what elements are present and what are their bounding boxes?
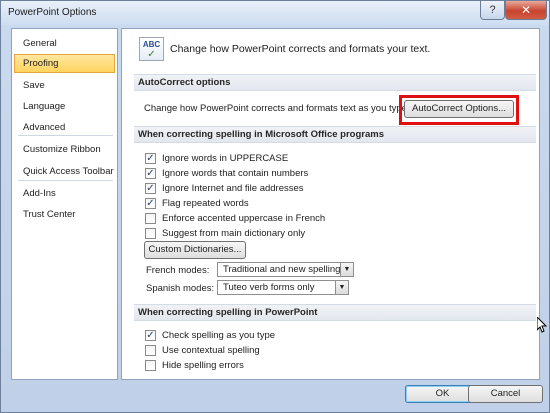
option-flag-repeated-words[interactable]: ✓ Flag repeated words — [145, 196, 249, 210]
sidebar-item-proofing[interactable]: Proofing — [14, 54, 115, 73]
checkbox-contextual-spelling[interactable] — [145, 344, 156, 356]
abc-icon-check: ✓ — [147, 49, 156, 60]
option-label: Suggest from main dictionary only — [162, 227, 306, 239]
cancel-button[interactable]: Cancel — [468, 385, 543, 403]
sidebar-item-save[interactable]: Save — [14, 76, 115, 95]
option-label: Hide spelling errors — [162, 359, 244, 371]
section-office-spelling: When correcting spelling in Microsoft Of… — [134, 126, 536, 143]
option-ignore-uppercase[interactable]: ✓ Ignore words in UPPERCASE — [145, 151, 288, 165]
custom-dictionaries-button[interactable]: Custom Dictionaries... — [144, 241, 246, 259]
option-ignore-numbers[interactable]: ✓ Ignore words that contain numbers — [145, 166, 308, 180]
title-bar[interactable]: PowerPoint Options ? ✕ — [1, 1, 549, 25]
autocorrect-options-button[interactable]: AutoCorrect Options... — [404, 100, 514, 118]
option-label: Ignore words that contain numbers — [162, 167, 309, 179]
option-suggest-main-dictionary[interactable]: Suggest from main dictionary only — [145, 226, 305, 240]
checkbox-check-spelling[interactable]: ✓ — [145, 329, 156, 341]
abc-icon-text: ABC — [142, 40, 161, 49]
chevron-down-icon[interactable]: ▼ — [340, 263, 353, 276]
sidebar-item-quick-access-toolbar[interactable]: Quick Access Toolbar — [14, 162, 115, 181]
section-autocorrect-options: AutoCorrect options — [134, 74, 536, 91]
option-label: Check spelling as you type — [162, 329, 276, 341]
option-label: Ignore Internet and file addresses — [162, 182, 304, 194]
option-label: Use contextual spelling — [162, 344, 260, 356]
spanish-modes-value: Tuteo verb forms only — [223, 282, 315, 293]
close-button[interactable]: ✕ — [505, 1, 547, 20]
checkbox-suggest-main-dictionary[interactable] — [145, 227, 156, 239]
checkbox-flag-repeated-words[interactable]: ✓ — [145, 197, 156, 209]
sidebar-item-customize-ribbon[interactable]: Customize Ribbon — [14, 140, 115, 159]
proofing-panel: ABC ✓ Change how PowerPoint corrects and… — [121, 28, 540, 380]
spanish-modes-label: Spanish modes: — [146, 283, 215, 294]
chevron-down-icon[interactable]: ▼ — [335, 281, 348, 294]
autocorrect-description: Change how PowerPoint corrects and forma… — [144, 103, 410, 114]
sidebar-item-language[interactable]: Language — [14, 97, 115, 116]
french-modes-value: Traditional and new spellings — [223, 264, 346, 275]
checkbox-hide-spelling-errors[interactable] — [145, 359, 156, 371]
checkbox-ignore-numbers[interactable]: ✓ — [145, 167, 156, 179]
window-title: PowerPoint Options — [8, 7, 97, 18]
sidebar-item-add-ins[interactable]: Add-Ins — [14, 184, 115, 203]
close-icon: ✕ — [520, 3, 532, 17]
french-modes-label: French modes: — [146, 265, 210, 276]
sidebar-item-general[interactable]: General — [14, 34, 115, 53]
sidebar-divider — [18, 180, 113, 181]
sidebar-item-trust-center[interactable]: Trust Center — [14, 205, 115, 224]
french-modes-select[interactable]: Traditional and new spellings ▼ — [217, 262, 354, 277]
option-contextual-spelling[interactable]: Use contextual spelling — [145, 343, 260, 357]
powerpoint-options-dialog: PowerPoint Options ? ✕ General Proofing … — [0, 0, 550, 413]
option-ignore-internet-addresses[interactable]: ✓ Ignore Internet and file addresses — [145, 181, 304, 195]
help-icon: ? — [489, 4, 496, 16]
checkbox-enforce-accented-uppercase[interactable] — [145, 212, 156, 224]
section-powerpoint-spelling: When correcting spelling in PowerPoint — [134, 304, 536, 321]
help-button[interactable]: ? — [480, 1, 505, 20]
option-label: Enforce accented uppercase in French — [162, 212, 326, 224]
option-label: Flag repeated words — [162, 197, 249, 209]
mouse-cursor-icon — [536, 315, 549, 333]
category-sidebar: General Proofing Save Language Advanced … — [11, 28, 118, 380]
option-label: Ignore words in UPPERCASE — [162, 152, 289, 164]
sidebar-divider — [18, 135, 113, 136]
option-check-spelling-as-you-type[interactable]: ✓ Check spelling as you type — [145, 328, 275, 342]
abc-check-icon: ABC ✓ — [139, 37, 164, 61]
spanish-modes-select[interactable]: Tuteo verb forms only ▼ — [217, 280, 349, 295]
option-hide-spelling-errors[interactable]: Hide spelling errors — [145, 358, 244, 372]
checkbox-ignore-internet-addresses[interactable]: ✓ — [145, 182, 156, 194]
checkbox-ignore-uppercase[interactable]: ✓ — [145, 152, 156, 164]
page-title: Change how PowerPoint corrects and forma… — [170, 43, 431, 55]
option-enforce-accented-uppercase[interactable]: Enforce accented uppercase in French — [145, 211, 325, 225]
